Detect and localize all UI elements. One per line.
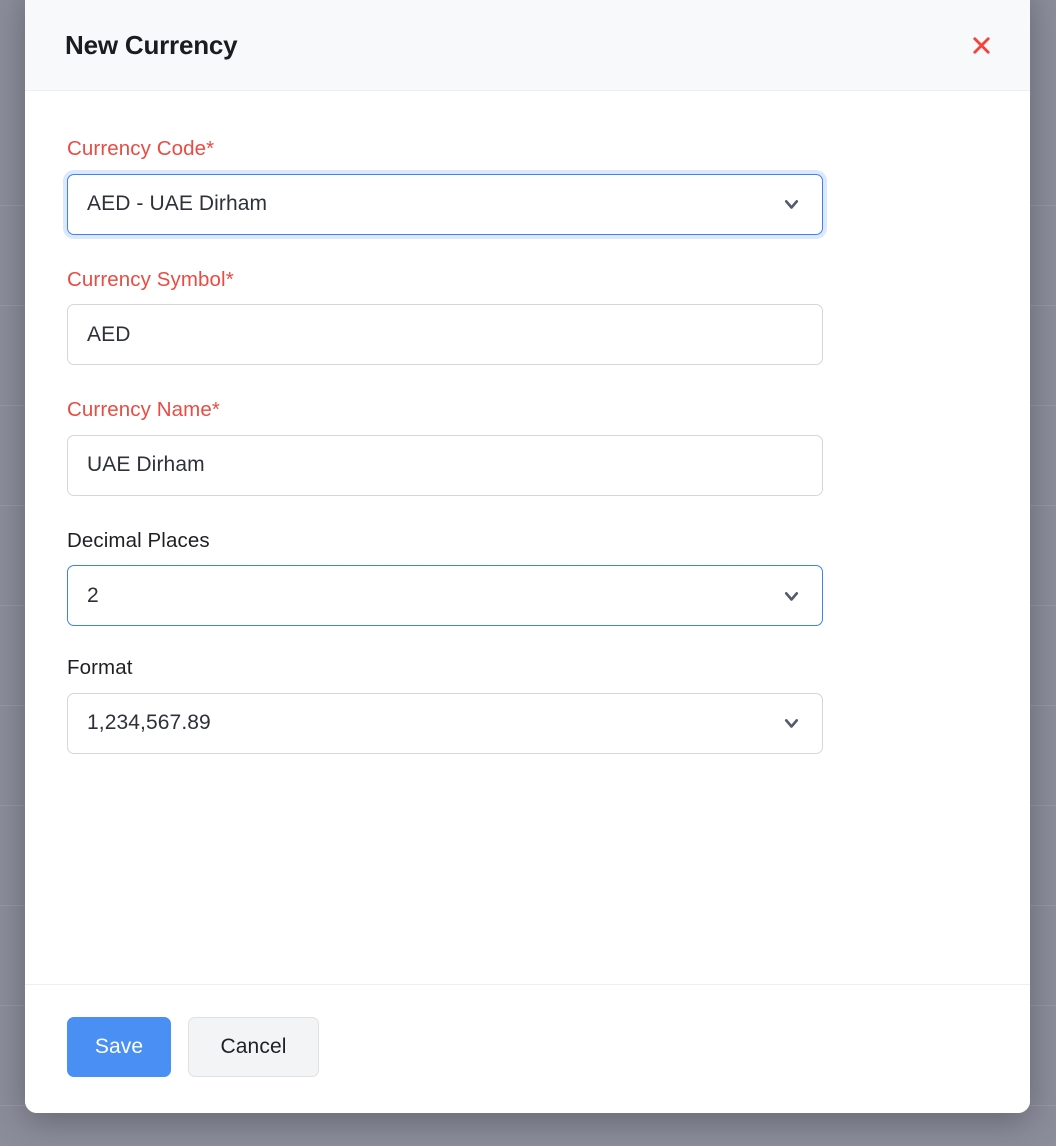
dialog-footer: Save Cancel bbox=[25, 984, 1030, 1113]
select-decimal-places-value: 2 bbox=[87, 583, 99, 607]
input-currency-name-value: UAE Dirham bbox=[87, 453, 205, 477]
save-button[interactable]: Save bbox=[67, 1017, 171, 1077]
control-wrap-decimal-places: 2 bbox=[67, 565, 823, 627]
field-group-currency-name: Currency Name* UAE Dirham bbox=[67, 398, 990, 496]
control-wrap-format: 1,234,567.89 bbox=[67, 692, 823, 754]
field-group-format: Format 1,234,567.89 bbox=[67, 656, 990, 754]
label-currency-name: Currency Name* bbox=[67, 398, 220, 422]
select-format-value: 1,234,567.89 bbox=[87, 711, 211, 735]
select-format[interactable]: 1,234,567.89 bbox=[67, 692, 823, 754]
field-group-decimal-places: Decimal Places 2 bbox=[67, 529, 990, 627]
new-currency-dialog: New Currency Currency Code* AED - UAE Di… bbox=[25, 0, 1030, 1113]
label-format: Format bbox=[67, 656, 133, 680]
control-wrap-currency-name: UAE Dirham bbox=[67, 434, 823, 496]
close-icon[interactable] bbox=[964, 28, 998, 62]
input-currency-symbol-value: AED bbox=[87, 322, 131, 346]
control-wrap-currency-symbol: AED bbox=[67, 304, 823, 366]
label-decimal-places: Decimal Places bbox=[67, 528, 210, 552]
input-currency-name[interactable]: UAE Dirham bbox=[67, 434, 823, 496]
label-currency-code: Currency Code* bbox=[67, 137, 215, 160]
select-currency-code[interactable]: AED - UAE Dirham bbox=[67, 173, 823, 235]
dialog-title: New Currency bbox=[65, 29, 238, 60]
input-currency-symbol[interactable]: AED bbox=[67, 304, 823, 366]
select-currency-code-value: AED - UAE Dirham bbox=[87, 192, 268, 216]
dialog-header: New Currency bbox=[25, 0, 1030, 91]
cancel-button[interactable]: Cancel bbox=[188, 1017, 319, 1077]
field-group-currency-code: Currency Code* AED - UAE Dirham bbox=[67, 137, 990, 235]
label-currency-symbol: Currency Symbol* bbox=[67, 267, 234, 291]
control-wrap-currency-code: AED - UAE Dirham bbox=[67, 173, 823, 235]
dialog-body: Currency Code* AED - UAE Dirham Currency… bbox=[25, 91, 1030, 984]
select-decimal-places[interactable]: 2 bbox=[67, 565, 823, 627]
field-group-currency-symbol: Currency Symbol* AED bbox=[67, 268, 990, 366]
